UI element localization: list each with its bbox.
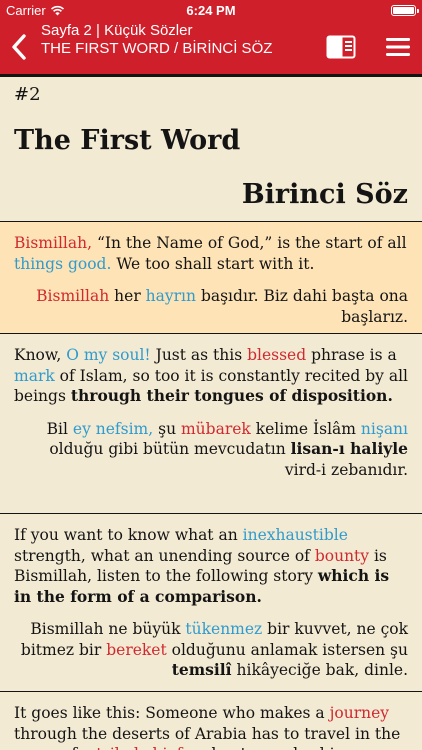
nav-title: THE FIRST WORD / BİRİNCİ SÖZ xyxy=(41,40,273,57)
text-run: We too shall start with it. xyxy=(111,254,315,273)
text-run: vird-i zebanıdır. xyxy=(284,460,408,479)
paragraph-block[interactable]: Know, O my soul! Just as this blessed ph… xyxy=(0,333,422,513)
paragraph-block[interactable]: If you want to know what an inexhaustibl… xyxy=(0,513,422,691)
text-run: Know, xyxy=(14,346,67,364)
page-number: #2 xyxy=(14,84,41,105)
text-run: Bismillah ne büyük xyxy=(30,620,186,638)
glossary-term[interactable]: tükenmez xyxy=(185,620,262,638)
glossary-term[interactable]: things good. xyxy=(14,255,111,273)
text-run: olduğunu anlamak istersen şu xyxy=(166,640,408,659)
paragraph-block[interactable]: Bismillah, “In the Name of God,” is the … xyxy=(0,221,422,333)
text-run: her xyxy=(109,287,146,305)
glossary-term[interactable]: inexhaustible xyxy=(243,526,348,544)
paragraph-turkish: Bismillah ne büyük tükenmez bir kuvvet, … xyxy=(14,607,408,681)
highlighted-term: Bismillah xyxy=(36,287,110,305)
paragraph-block[interactable]: It goes like this: Someone who makes a j… xyxy=(0,691,422,750)
highlighted-term: bereket xyxy=(106,640,167,659)
text-run: strength, what an unending source of xyxy=(14,546,315,565)
glossary-term[interactable]: O my soul! xyxy=(66,346,150,364)
text-run: “In the Name of God,” is the start of al… xyxy=(92,234,407,252)
text-run: şu xyxy=(153,419,181,438)
text-run: kelime İslâm xyxy=(250,419,361,438)
text-run: olduğu gibi bütün mevcudatın xyxy=(49,440,291,458)
text-run: başıdır. Biz dahi başta ona başlarız. xyxy=(196,287,408,326)
paragraph-english: If you want to know what an inexhaustibl… xyxy=(14,514,408,607)
text-run: If you want to know what an xyxy=(14,526,243,544)
highlighted-term: journey xyxy=(329,704,390,722)
paragraph-turkish: Bismillah her hayrın başıdır. Biz dahi b… xyxy=(14,274,408,327)
text-run: Just as this xyxy=(150,346,248,364)
text-run: Bil xyxy=(46,419,73,438)
battery-icon xyxy=(391,5,419,16)
heading-english: The First Word xyxy=(14,125,241,156)
emphasis-text: temsilî xyxy=(171,660,232,679)
glossary-term[interactable]: ey nefsim, xyxy=(73,420,153,438)
chevron-left-icon[interactable] xyxy=(8,32,30,62)
paragraph-english: It goes like this: Someone who makes a j… xyxy=(14,692,408,750)
paragraph-english: Bismillah, “In the Name of God,” is the … xyxy=(14,222,408,274)
navigation-bar: Sayfa 2 | Küçük Sözler THE FIRST WORD / … xyxy=(0,20,422,74)
paragraph-turkish: Bil ey nefsim, şu mübarek kelime İslâm n… xyxy=(14,407,408,481)
paragraph-english: Know, O my soul! Just as this blessed ph… xyxy=(14,334,408,407)
nav-subtitle: Sayfa 2 | Küçük Sözler xyxy=(41,22,193,39)
reading-content[interactable]: #2 The First Word Birinci Söz Bismillah,… xyxy=(0,74,422,750)
highlighted-term: bounty xyxy=(314,546,370,565)
reader-view-icon[interactable] xyxy=(326,35,356,59)
hamburger-menu-icon[interactable] xyxy=(384,36,412,58)
glossary-term[interactable]: nişanı xyxy=(361,420,408,438)
battery-fill xyxy=(393,7,414,14)
highlighted-term: Bismillah, xyxy=(14,234,93,252)
emphasis-text: lisan-ı haliyle xyxy=(290,439,408,458)
text-run: hikâyeciğe bak, dinle. xyxy=(231,661,409,679)
emphasis-text: through their tongues of disposition. xyxy=(70,386,393,405)
text-run: It goes like this: Someone who makes a xyxy=(14,704,330,722)
text-run: phrase is a xyxy=(306,346,397,364)
highlighted-term: mübarek xyxy=(180,419,251,438)
heading-turkish: Birinci Söz xyxy=(241,179,408,210)
highlighted-term: blessed xyxy=(247,346,307,364)
glossary-term[interactable]: hayrın xyxy=(146,287,196,305)
highlighted-term: a tribal chief xyxy=(82,745,182,750)
status-bar: Carrier 6:24 PM xyxy=(0,0,422,20)
status-time: 6:24 PM xyxy=(186,3,236,18)
glossary-term[interactable]: mark xyxy=(14,367,55,385)
